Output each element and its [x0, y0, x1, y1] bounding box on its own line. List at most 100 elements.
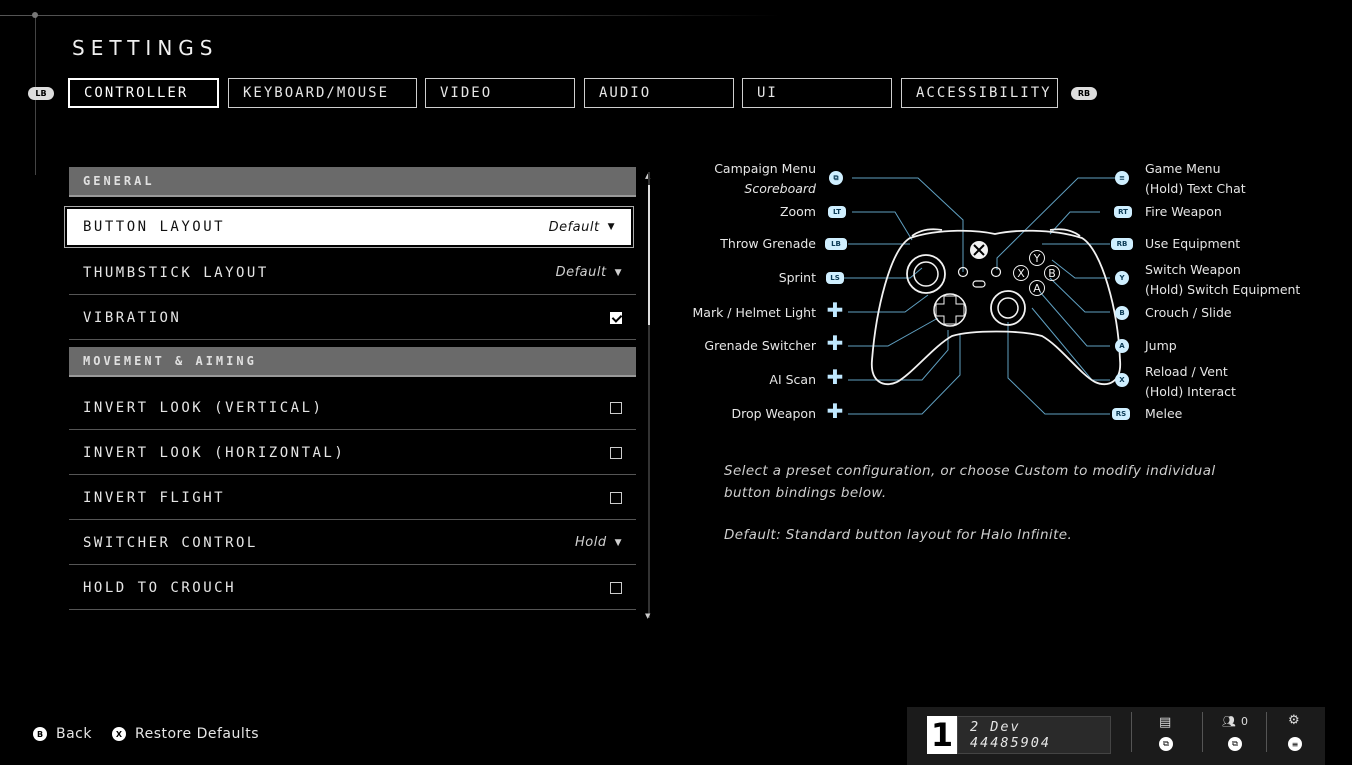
description-line-2: button bindings below.	[724, 485, 887, 501]
campaign-menu-label: Campaign Menu	[714, 161, 816, 176]
tab-audio[interactable]: AUDIO	[584, 78, 734, 108]
map-label-use-equipment: Use Equipment	[1145, 236, 1241, 251]
dpad-left-icon: ✚	[826, 365, 844, 389]
friends-icon: 👥︎	[1222, 715, 1236, 728]
description-line-1: Select a preset configuration, or choose…	[724, 463, 1216, 479]
x-button-icon: X	[1115, 373, 1129, 387]
player-tier-badge: 1	[927, 716, 957, 754]
restore-defaults-button[interactable]: Restore Defaults	[135, 726, 259, 742]
map-label-switch-weapon: Switch Weapon (Hold) Switch Equipment	[1145, 260, 1300, 300]
dpad-right-icon: ✚	[826, 331, 844, 355]
map-label-campaign-menu: Campaign Menu Scoreboard	[680, 159, 816, 199]
dpad-down-icon: ✚	[826, 399, 844, 423]
view-button-small-icon[interactable]: ⧉	[1159, 737, 1173, 751]
vibration-checkbox[interactable]	[610, 311, 622, 324]
rb-bumper-icon[interactable]: RB	[1071, 87, 1097, 100]
x-button-hint-icon[interactable]: X	[112, 727, 126, 741]
b-button-hint-icon[interactable]: B	[33, 727, 47, 741]
dropdown-value-text: Default	[548, 219, 600, 235]
right-stick-icon: RS	[1112, 408, 1130, 420]
tab-controller[interactable]: CONTROLLER	[68, 78, 219, 108]
friends-indicator[interactable]: 👥︎ 0	[1222, 715, 1248, 728]
view-button-small-icon[interactable]: ⧉	[1228, 737, 1242, 751]
map-label-grenade-switcher: Grenade Switcher	[704, 338, 816, 353]
description-default-text: Default: Standard button layout for Halo…	[724, 527, 1073, 543]
map-label-melee: Melee	[1145, 406, 1183, 421]
text-chat-label: (Hold) Text Chat	[1145, 181, 1246, 196]
setting-invert-look-vertical[interactable]: INVERT LOOK (VERTICAL)	[69, 386, 636, 430]
b-button-icon: B	[1115, 306, 1129, 320]
switch-weapon-label: Switch Weapon	[1145, 262, 1241, 277]
setting-label: HOLD TO CROUCH	[83, 579, 237, 596]
invert-look-horizontal-checkbox[interactable]	[610, 446, 622, 459]
setting-invert-look-horizontal[interactable]: INVERT LOOK (HORIZONTAL)	[69, 431, 636, 475]
map-label-zoom: Zoom	[779, 204, 816, 219]
page-title: SETTINGS	[72, 36, 219, 60]
face-button-y: Y	[1029, 250, 1045, 266]
tab-ui[interactable]: UI	[742, 78, 892, 108]
map-label-game-menu: Game Menu (Hold) Text Chat	[1145, 159, 1246, 199]
setting-thumbstick-layout[interactable]: THUMBSTICK LAYOUT Default ▼	[69, 251, 636, 295]
tab-video[interactable]: VIDEO	[425, 78, 575, 108]
map-label-ai-scan: AI Scan	[769, 372, 816, 387]
invert-flight-checkbox[interactable]	[610, 491, 622, 504]
setting-label: BUTTON LAYOUT	[83, 219, 226, 235]
caret-down-icon: ▼	[614, 537, 622, 548]
player-name[interactable]: 2 Dev 44485904	[957, 716, 1111, 754]
face-button-a: A	[1029, 280, 1045, 296]
chat-icon[interactable]: ▤	[1159, 715, 1171, 730]
back-button[interactable]: Back	[56, 726, 92, 742]
game-menu-label: Game Menu	[1145, 161, 1221, 176]
face-button-b: B	[1044, 265, 1060, 281]
dropdown-value[interactable]: Default ▼	[556, 265, 622, 280]
section-header-movement-aiming: MOVEMENT & AIMING	[69, 347, 636, 377]
description-text: Select a preset configuration, or choose…	[724, 460, 1216, 504]
scrollbar-thumb[interactable]	[648, 185, 650, 325]
setting-label: VIBRATION	[83, 309, 182, 326]
lb-bumper-map-icon: LB	[825, 238, 847, 250]
friends-count: 0	[1240, 715, 1248, 728]
menu-button-icon: ≡	[1115, 171, 1129, 185]
map-label-reload: Reload / Vent (Hold) Interact	[1145, 362, 1236, 402]
scoreboard-label: Scoreboard	[744, 181, 816, 196]
setting-label: INVERT LOOK (VERTICAL)	[83, 399, 324, 416]
map-label-drop-weapon: Drop Weapon	[731, 406, 816, 421]
map-label-fire-weapon: Fire Weapon	[1145, 204, 1222, 219]
map-label-throw-grenade: Throw Grenade	[720, 236, 816, 251]
menu-button-small-icon[interactable]: ≡	[1288, 737, 1302, 751]
tab-accessibility[interactable]: ACCESSIBILITY	[901, 78, 1058, 108]
scroll-down-icon[interactable]: ▼	[645, 612, 650, 620]
setting-label: INVERT FLIGHT	[83, 489, 226, 506]
interact-label: (Hold) Interact	[1145, 384, 1236, 399]
dropdown-value[interactable]: Hold ▼	[575, 535, 622, 550]
status-separator	[1266, 712, 1267, 752]
a-button-icon: A	[1115, 339, 1129, 353]
rail-dot	[32, 12, 38, 18]
caret-down-icon: ▼	[614, 267, 622, 278]
map-label-jump: Jump	[1145, 338, 1177, 353]
invert-look-vertical-checkbox[interactable]	[610, 401, 622, 414]
reload-label: Reload / Vent	[1145, 364, 1228, 379]
face-button-x: X	[1013, 265, 1029, 281]
map-label-sprint: Sprint	[778, 270, 816, 285]
setting-vibration[interactable]: VIBRATION	[69, 296, 636, 340]
setting-switcher-control[interactable]: SWITCHER CONTROL Hold ▼	[69, 521, 636, 565]
setting-button-layout[interactable]: BUTTON LAYOUT Default ▼	[64, 206, 634, 248]
setting-invert-flight[interactable]: INVERT FLIGHT	[69, 476, 636, 520]
view-button-icon: ⧉	[829, 171, 843, 185]
dropdown-value[interactable]: Default ▼	[549, 220, 615, 235]
setting-label: INVERT LOOK (HORIZONTAL)	[83, 444, 346, 461]
map-label-mark: Mark / Helmet Light	[692, 305, 816, 320]
tab-keyboard-mouse[interactable]: KEYBOARD/MOUSE	[228, 78, 417, 108]
dropdown-value-text: Hold	[574, 535, 607, 550]
section-header-general: GENERAL	[69, 167, 636, 197]
dpad-up-icon: ✚	[826, 298, 844, 322]
gear-icon[interactable]: ⚙	[1288, 713, 1300, 728]
header-divider	[0, 15, 780, 16]
switch-equipment-label: (Hold) Switch Equipment	[1145, 282, 1301, 297]
status-separator	[1202, 712, 1203, 752]
lb-bumper-icon[interactable]: LB	[28, 87, 54, 100]
hold-to-crouch-checkbox[interactable]	[610, 581, 622, 594]
setting-hold-to-crouch[interactable]: HOLD TO CROUCH	[69, 566, 636, 610]
rb-bumper-map-icon: RB	[1111, 238, 1133, 250]
